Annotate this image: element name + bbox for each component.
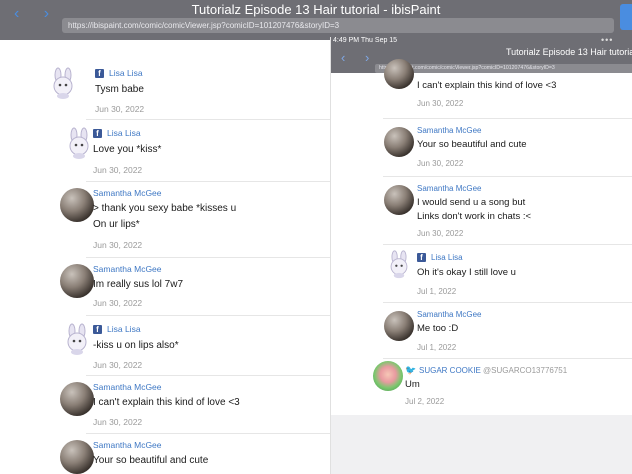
comment-author[interactable]: Samantha McGee (93, 382, 162, 392)
comment-author[interactable]: f Lisa Lisa (417, 253, 463, 262)
comment-author[interactable]: Samantha McGee (93, 188, 162, 198)
facebook-icon: f (93, 325, 102, 334)
comment-date: Jul 2, 2022 (405, 397, 445, 406)
comment-author[interactable]: Samantha McGee (93, 264, 162, 274)
comment-date: Jun 30, 2022 (93, 417, 143, 427)
comment-author[interactable]: Samantha McGee (417, 310, 481, 319)
status-time: 4:49 PM Thu Sep 15 (333, 37, 398, 44)
avatar (384, 127, 414, 157)
avatar (384, 185, 414, 215)
comment-author[interactable]: f Lisa Lisa (95, 68, 143, 78)
comment-author[interactable]: Samantha McGee (93, 440, 162, 450)
comment-message-line2: Links don't work in chats :< (417, 211, 532, 222)
comment-date: Jul 1, 2022 (417, 287, 457, 296)
comment-author[interactable]: f Lisa Lisa (93, 324, 141, 334)
more-dots-icon: ••• (601, 37, 614, 45)
screen: { "window": { "title": "Tutorialz Episod… (0, 0, 632, 474)
avatar (60, 188, 94, 222)
avatar (373, 361, 403, 391)
comment-author[interactable]: Samantha McGee (417, 126, 481, 135)
comment-row: Samantha McGee I would send u a song but… (331, 177, 632, 245)
comment-list: f Lisa Lisa Tysm babe Jun 30, 2022 f Lisa … (0, 60, 340, 474)
comment-message: I would send u a song but (417, 197, 526, 208)
comment-row: Samantha McGee Me too :D Jul 1, 2022 (331, 303, 632, 359)
comment-date: Jun 30, 2022 (93, 298, 143, 308)
comment-date: Jun 30, 2022 (417, 229, 464, 238)
comment-message: Your so beautiful and cute (417, 139, 527, 150)
comment-message: I can't explain this kind of love <3 (417, 80, 557, 91)
overlay-comment-list: I can't explain this kind of love <3 Jun… (331, 59, 632, 415)
comment-message: Um (405, 379, 420, 390)
share-icon[interactable] (620, 4, 632, 30)
comment-row: Samantha McGee Your so beautiful and cut… (331, 119, 632, 177)
twitter-icon: 🐦 (405, 365, 417, 375)
comment-date: Jun 30, 2022 (417, 159, 464, 168)
avatar (60, 382, 94, 416)
comment-row: Samantha McGee Your so beautiful and cut… (0, 434, 340, 474)
comment-author[interactable]: 🐦 SUGAR COOKIE @SUGARCO13776751 (405, 365, 567, 375)
comment-author[interactable]: f Lisa Lisa (93, 128, 141, 138)
comment-row: 🐦 SUGAR COOKIE @SUGARCO13776751 Um Jul 2,… (331, 359, 632, 415)
comment-message: Me too :D (417, 323, 459, 334)
back-forward-icon[interactable]: ‹ › (341, 50, 377, 65)
comment-row: f Lisa Lisa Oh it's okay I still love u J… (331, 245, 632, 303)
avatar (384, 59, 414, 89)
avatar (384, 311, 414, 341)
avatar (60, 264, 94, 298)
avatar (60, 440, 94, 474)
bunny-avatar-icon (62, 126, 96, 160)
bunny-avatar-icon (46, 66, 80, 100)
comment-date: Jun 30, 2022 (93, 240, 143, 250)
bunny-avatar-icon (384, 249, 414, 279)
comment-date: Jun 30, 2022 (95, 104, 145, 114)
comment-date: Jun 30, 2022 (93, 165, 143, 175)
comment-message-line2: On ur lips* (93, 219, 140, 230)
window-title: Tutorialz Episode 13 Hair tutorial - ibi… (191, 2, 441, 17)
overlay-title-bar: 4:49 PM Thu Sep 15 ••• ‹ › Tutorialz Epi… (331, 37, 632, 73)
overlay-window-title: Tutorialz Episode 13 Hair tutorial - (506, 47, 632, 57)
comment-author[interactable]: Samantha McGee (417, 184, 481, 193)
comment-date: Jun 30, 2022 (93, 360, 143, 370)
overlay-screenshot: 4:49 PM Thu Sep 15 ••• ‹ › Tutorialz Epi… (330, 37, 632, 474)
comment-row: f Lisa Lisa Love you *kiss* Jun 30, 2022 (0, 120, 340, 182)
comment-message: -kiss u on lips also* (93, 340, 179, 351)
bunny-avatar-icon (60, 322, 94, 356)
comment-row: Samantha McGee > thank you sexy babe *ki… (0, 182, 340, 258)
comment-row: I can't explain this kind of love <3 Jun… (331, 59, 632, 119)
comment-message: Love you *kiss* (93, 144, 162, 155)
comment-message: Oh it's okay I still love u (417, 267, 516, 278)
comment-row: f Lisa Lisa -kiss u on lips also* Jun 30,… (0, 316, 340, 376)
title-bar: ‹ › Tutorialz Episode 13 Hair tutorial -… (0, 0, 632, 40)
comment-handle: @SUGARCO13776751 (483, 366, 568, 375)
comment-date: Jun 30, 2022 (417, 99, 464, 108)
overlay-footer (331, 415, 632, 474)
comment-message: > thank you sexy babe *kisses u (93, 203, 237, 214)
facebook-icon: f (93, 129, 102, 138)
comment-row: f Lisa Lisa Tysm babe Jun 30, 2022 (0, 60, 340, 120)
comment-row: Samantha McGee Im really sus lol 7w7 Jun… (0, 258, 340, 316)
comment-message: Your so beautiful and cute (93, 455, 209, 466)
comment-row: Samantha McGee I can't explain this kind… (0, 376, 340, 434)
url-bar[interactable]: https://ibispaint.com/comic/comicViewer.… (62, 18, 614, 33)
comment-message: Tysm babe (95, 84, 144, 95)
comment-date: Jul 1, 2022 (417, 343, 457, 352)
facebook-icon: f (95, 69, 104, 78)
facebook-icon: f (417, 253, 426, 262)
comment-message: Im really sus lol 7w7 (93, 279, 184, 290)
comment-message: I can't explain this kind of love <3 (93, 397, 240, 408)
